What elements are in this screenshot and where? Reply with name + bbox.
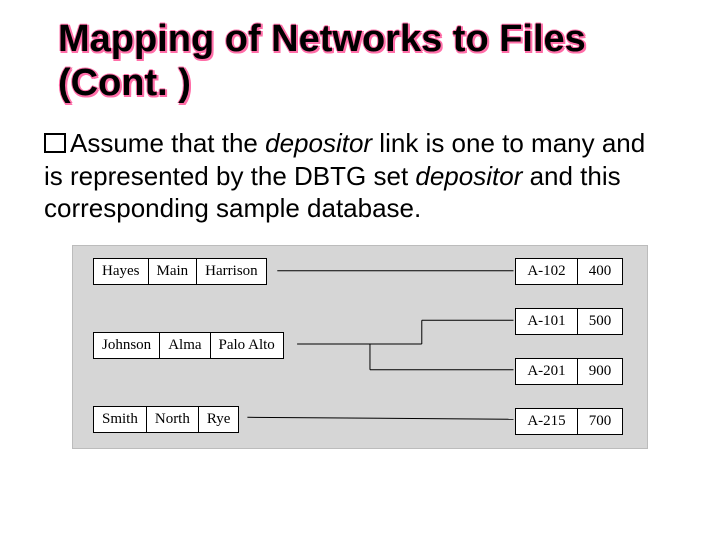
account-balance: 900: [578, 359, 622, 384]
customer-name: Smith: [94, 407, 147, 432]
slide: Mapping of Networks to Files (Cont. ) As…: [0, 0, 720, 540]
para-em1: depositor: [265, 128, 372, 158]
title-line-1: Mapping of Networks to Files: [58, 18, 586, 60]
bullet-icon: [44, 133, 66, 153]
para-t1: Assume that the: [70, 128, 265, 158]
customer-street: Main: [149, 259, 198, 284]
customer-city: Palo Alto: [211, 333, 283, 358]
customer-record: Johnson Alma Palo Alto: [93, 332, 284, 359]
customer-record: Smith North Rye: [93, 406, 239, 433]
account-record: A-102 400: [515, 258, 623, 285]
account-id: A-201: [516, 359, 578, 384]
customer-street: Alma: [160, 333, 210, 358]
account-id: A-101: [516, 309, 578, 334]
customer-name: Hayes: [94, 259, 149, 284]
account-record: A-201 900: [515, 358, 623, 385]
customer-city: Harrison: [197, 259, 266, 284]
account-balance: 500: [578, 309, 622, 334]
account-record: A-101 500: [515, 308, 623, 335]
account-id: A-102: [516, 259, 578, 284]
account-balance: 400: [578, 259, 622, 284]
customer-street: North: [147, 407, 199, 432]
customer-city: Rye: [199, 407, 239, 432]
account-id: A-215: [516, 409, 578, 434]
diagram: Hayes Main Harrison Johnson Alma Palo Al…: [72, 245, 648, 449]
account-balance: 700: [578, 409, 622, 434]
slide-title: Mapping of Networks to Files (Cont. ): [0, 18, 720, 105]
body-paragraph: Assume that the depositor link is one to…: [0, 127, 720, 225]
customer-name: Johnson: [94, 333, 160, 358]
account-record: A-215 700: [515, 408, 623, 435]
para-em2: depositor: [415, 161, 522, 191]
customer-record: Hayes Main Harrison: [93, 258, 267, 285]
title-line-2: (Cont. ): [58, 62, 191, 104]
